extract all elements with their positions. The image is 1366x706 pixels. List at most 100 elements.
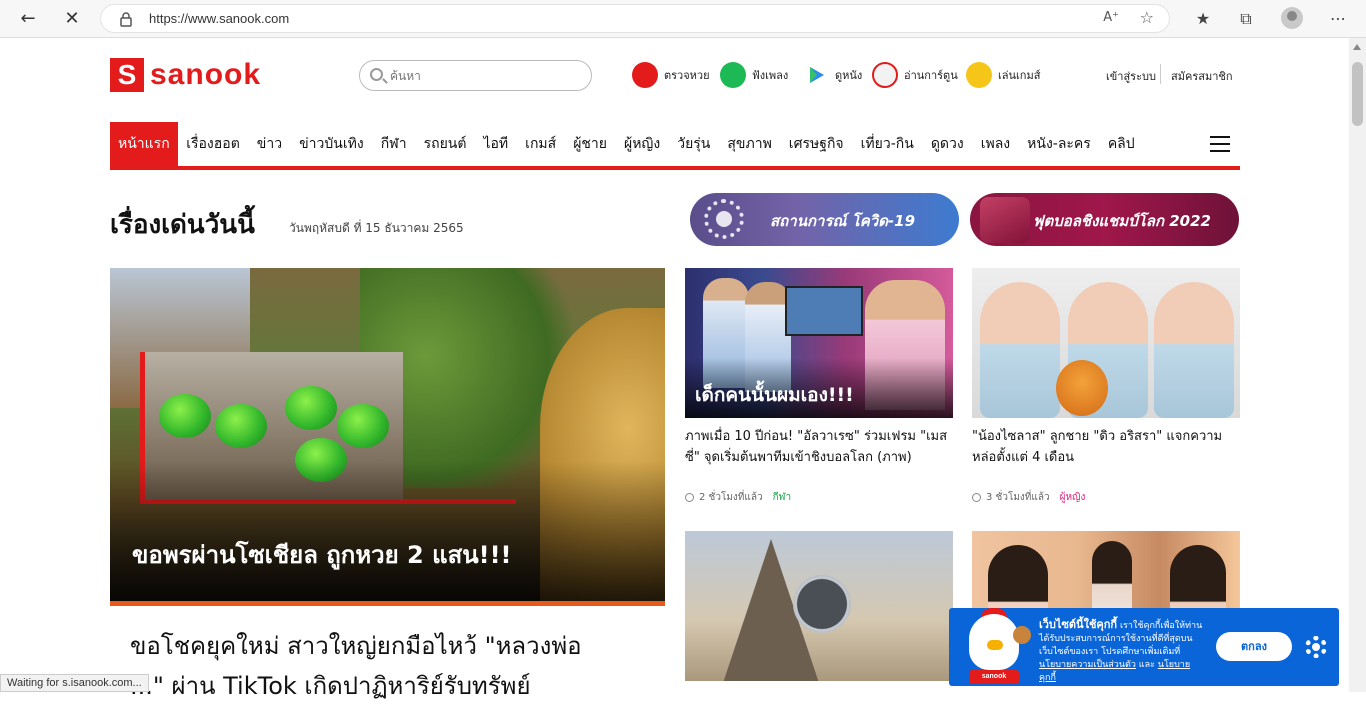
stop-loading-icon[interactable]: ✕ [60, 7, 84, 31]
menu-item-news[interactable]: ข่าว [248, 122, 290, 166]
menu-item-sport[interactable]: กีฬา [372, 122, 415, 166]
search-box[interactable] [359, 60, 592, 91]
music-icon [720, 62, 746, 88]
menu-item-home[interactable]: หน้าแรก [110, 122, 178, 166]
menu-item-movie[interactable]: หนัง-ละคร [1019, 122, 1100, 166]
card-category[interactable]: ผู้หญิง [1060, 490, 1086, 505]
lottery-icon [632, 62, 658, 88]
quick-link-movies[interactable]: ดูหนัง [803, 62, 862, 88]
divider [1160, 64, 1161, 84]
virus-icon [704, 199, 744, 239]
hero-caption: ขอพรผ่านโซเชียล ถูกหวย 2 แสน!!! [132, 541, 512, 569]
card-image [972, 268, 1240, 418]
clock-icon [972, 493, 981, 502]
cookie-consent-banner: sanook เว็บไซต์นี้ใช้คุกกี้ เราใช้คุกกี้… [949, 608, 1339, 686]
logo-wordmark: sanook [150, 58, 262, 91]
lock-icon [120, 12, 132, 27]
quick-link-music[interactable]: ฟังเพลง [720, 62, 788, 88]
quick-link-games[interactable]: เล่นเกมส์ [966, 62, 1040, 88]
section-title: เรื่องเด่นวันนี้ [110, 210, 255, 240]
card-title[interactable]: ภาพเมื่อ 10 ปีก่อน! "อัลวาเรซ" ร่วมเฟรม … [685, 426, 953, 490]
quick-link-label: ฟังเพลง [752, 69, 789, 82]
quick-link-label: ตรวจหวย [664, 69, 710, 82]
back-arrow-icon[interactable]: ← [16, 7, 40, 31]
mascot-image: sanook [963, 608, 1025, 686]
hamburger-menu-icon[interactable] [1210, 136, 1230, 152]
accept-cookies-button[interactable]: ตกลง [1216, 632, 1292, 661]
main-menu: หน้าแรก เรื่องฮอต ข่าว ข่าวบันเทิง กีฬา … [110, 122, 1240, 166]
menu-item-men[interactable]: ผู้ชาย [565, 122, 616, 166]
mascot-label: sanook [969, 670, 1019, 684]
card-image-caption: เด็กคนนั้นผมเอง!!! [695, 384, 854, 406]
hero-accent-bar [110, 601, 665, 606]
menu-item-auto[interactable]: รถยนต์ [415, 122, 475, 166]
menu-item-entertainment[interactable]: ข่าวบันเทิง [291, 122, 373, 166]
page-scrollbar[interactable] [1349, 38, 1366, 692]
football-player-image [980, 197, 1030, 243]
news-card[interactable]: "น้องไซลาส" ลูกชาย "ดิว อริสรา" แจกความห… [972, 268, 1240, 505]
section-date: วันพฤหัสบดี ที่ 15 ธันวาคม 2565 [289, 221, 464, 235]
read-aloud-icon[interactable]: A⁺ [1103, 10, 1119, 25]
cookie-icon [1013, 626, 1031, 644]
card-time: 3 ชั่วโมงที่แล้ว [986, 492, 1050, 503]
profile-avatar[interactable] [1281, 7, 1303, 29]
image-shade [110, 461, 665, 601]
menu-item-money[interactable]: เศรษฐกิจ [780, 122, 852, 166]
menu-item-travel[interactable]: เที่ยว-กิน [852, 122, 922, 166]
signup-link[interactable]: สมัครสมาชิก [1171, 67, 1233, 85]
hero-headline[interactable]: ขอโชคยุคใหม่ สาวใหญ่ยกมือไหว้ "หลวงพ่อ .… [130, 626, 650, 706]
news-card[interactable]: เด็กคนนั้นผมเอง!!! ภาพเมื่อ 10 ปีก่อน! "… [685, 268, 953, 505]
site-logo[interactable]: S sanook [110, 58, 261, 92]
hero-headline-line: ..." ผ่าน TikTok เกิดปาฏิหาริย์รับทรัพย์ [130, 672, 531, 700]
menu-item-women[interactable]: ผู้หญิง [616, 122, 669, 166]
menu-item-games[interactable]: เกมส์ [517, 122, 565, 166]
quick-link-lottery[interactable]: ตรวจหวย [632, 62, 710, 88]
menu-underline [110, 166, 1240, 170]
menu-item-clip[interactable]: คลิป [1099, 122, 1143, 166]
more-menu-icon[interactable]: ⋯ [1326, 7, 1350, 31]
browser-status-bar: Waiting for s.isanook.com... [0, 674, 149, 692]
quick-link-label: อ่านการ์ตูน [904, 69, 958, 82]
search-icon [370, 68, 383, 81]
cookie-text: เว็บไซต์นี้ใช้คุกกี้ เราใช้คุกกี้เพื่อให… [1039, 618, 1207, 685]
privacy-policy-link[interactable]: นโยบายความเป็นส่วนตัว [1039, 660, 1136, 670]
menu-item-health[interactable]: สุขภาพ [719, 122, 780, 166]
address-bar[interactable]: https://www.sanook.com A⁺ ☆ [100, 4, 1170, 33]
menu-item-music[interactable]: เพลง [972, 122, 1018, 166]
cookie-heading: เว็บไซต์นี้ใช้คุกกี้ [1039, 618, 1118, 631]
add-favorite-icon[interactable]: ☆ [1140, 8, 1154, 27]
card-meta: 2 ชั่วโมงที่แล้ว กีฬา [685, 490, 953, 505]
menu-item-it[interactable]: ไอที [475, 122, 517, 166]
quick-link-label: เล่นเกมส์ [998, 69, 1041, 82]
favorites-icon[interactable]: ★ [1191, 7, 1215, 31]
card-image [685, 531, 953, 681]
quick-link-label: ดูหนัง [835, 69, 863, 82]
card-image: เด็กคนนั้นผมเอง!!! [685, 268, 953, 418]
menu-item-hot[interactable]: เรื่องฮอต [178, 122, 249, 166]
card-time: 2 ชั่วโมงที่แล้ว [699, 492, 763, 503]
scrollbar-thumb[interactable] [1352, 62, 1363, 126]
browser-toolbar: ← ✕ https://www.sanook.com A⁺ ☆ ★ ⧉ ⋯ [0, 0, 1366, 38]
covid-banner-label: สถานการณ์ โควิด-19 [770, 212, 915, 230]
menu-item-teen[interactable]: วัยรุ่น [669, 122, 719, 166]
menu-item-horoscope[interactable]: ดูดวง [922, 122, 972, 166]
login-link[interactable]: เข้าสู่ระบบ [1106, 67, 1156, 85]
search-input[interactable] [390, 66, 580, 86]
card-title[interactable]: "น้องไซลาส" ลูกชาย "ดิว อริสรา" แจกความห… [972, 426, 1240, 490]
gear-icon[interactable] [1305, 636, 1327, 658]
scroll-up-icon[interactable] [1353, 44, 1361, 50]
worldcup-banner[interactable]: ฟุตบอลชิงแชมป์โลก 2022 [970, 193, 1239, 246]
quick-link-comics[interactable]: อ่านการ์ตูน [872, 62, 958, 88]
news-card[interactable] [685, 531, 953, 681]
url-text[interactable]: https://www.sanook.com [149, 11, 289, 26]
hero-headline-line: ขอโชคยุคใหม่ สาวใหญ่ยกมือไหว้ "หลวงพ่อ [130, 632, 582, 660]
card-category[interactable]: กีฬา [773, 490, 792, 505]
cookie-and: และ [1138, 660, 1155, 670]
card-meta: 3 ชั่วโมงที่แล้ว ผู้หญิง [972, 490, 1240, 505]
worldcup-banner-label: ฟุตบอลชิงแชมป์โลก 2022 [1032, 212, 1211, 230]
game-icon [966, 62, 992, 88]
hero-image[interactable]: ขอพรผ่านโซเชียล ถูกหวย 2 แสน!!! [110, 268, 665, 601]
collections-icon[interactable]: ⧉ [1234, 7, 1258, 31]
comic-icon [872, 62, 898, 88]
covid-banner[interactable]: สถานการณ์ โควิด-19 [690, 193, 959, 246]
